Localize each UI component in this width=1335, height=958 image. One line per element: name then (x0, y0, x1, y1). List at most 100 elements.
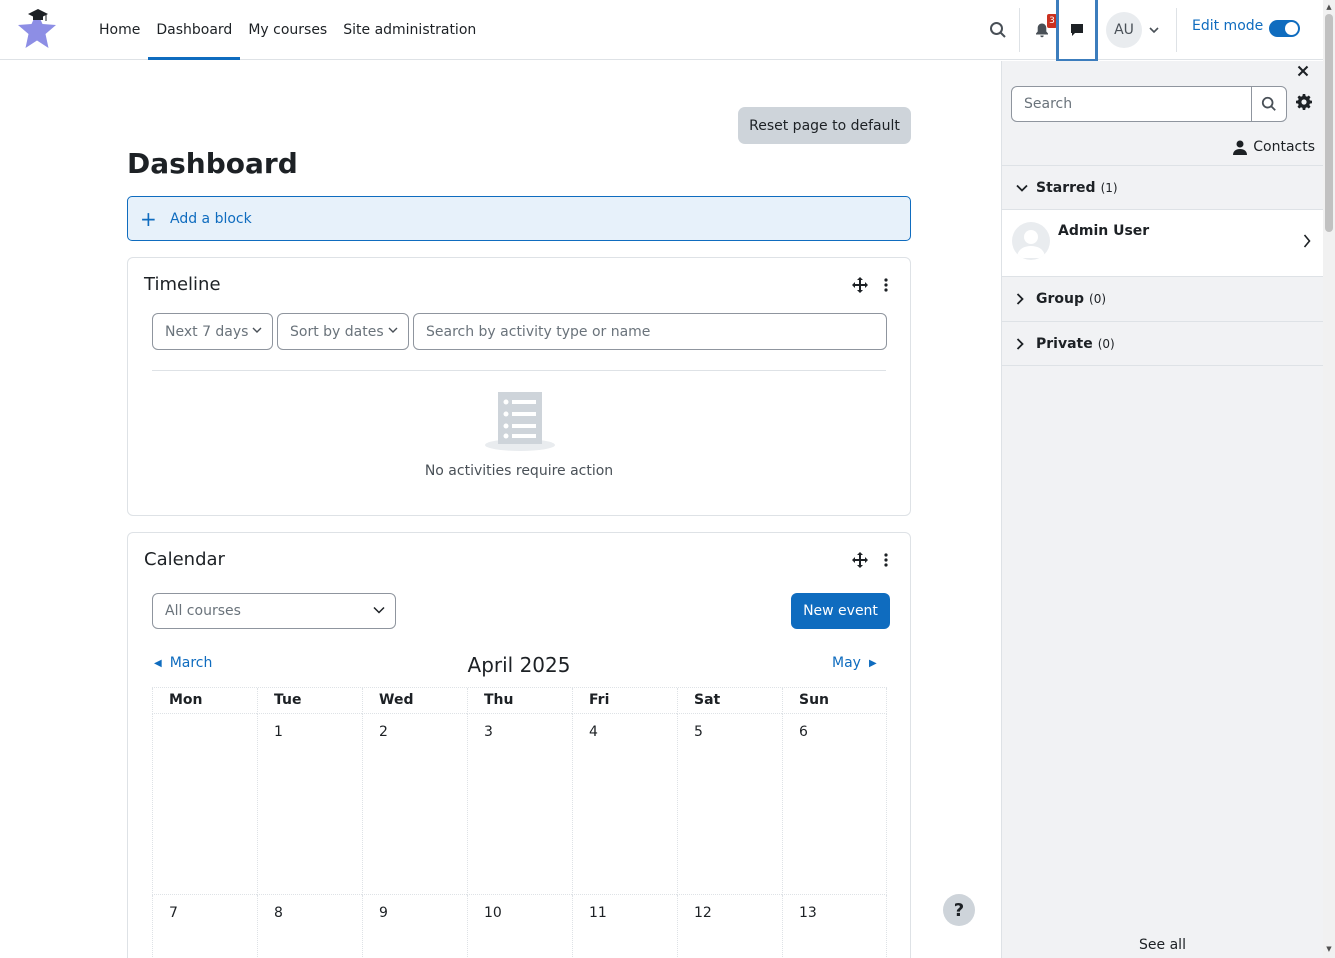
reset-page-button[interactable]: Reset page to default (738, 107, 911, 144)
timeline-divider (152, 370, 886, 371)
page-scrollbar[interactable]: ▲ ▼ (1323, 0, 1335, 958)
message-settings-button[interactable] (1296, 94, 1314, 112)
add-block-label: Add a block (170, 210, 252, 227)
calendar-title: Calendar (144, 549, 225, 570)
move-icon[interactable] (852, 552, 868, 568)
calendar-day[interactable]: 8 (257, 895, 362, 958)
navbar-divider (1176, 8, 1177, 52)
next-month-label: May (832, 655, 861, 671)
timeline-empty-message: No activities require action (424, 463, 614, 479)
gear-icon (1296, 94, 1312, 110)
contact-name: Admin User (1058, 223, 1150, 239)
calendar-block-tools (852, 552, 894, 568)
private-count: (0) (1097, 336, 1115, 351)
move-icon[interactable] (852, 277, 868, 293)
calendar-day[interactable]: 3 (467, 714, 572, 895)
weekday-header: Sun (782, 688, 887, 714)
calendar-grid: Mon Tue Wed Thu Fri Sat Sun 1 2 3 4 5 6 … (152, 687, 887, 958)
nav-my-courses[interactable]: My courses (240, 0, 335, 60)
current-month-title: April 2025 (467, 653, 571, 677)
star-logo-icon (18, 9, 56, 48)
see-all-link[interactable]: See all (1002, 937, 1323, 953)
scroll-down-arrow-icon[interactable]: ▼ (1325, 944, 1333, 954)
calendar-day[interactable]: 2 (362, 714, 467, 895)
chevron-right-icon (1016, 337, 1030, 350)
chevron-down-icon (252, 327, 262, 333)
edit-mode-label: Edit mode (1192, 18, 1264, 34)
edit-mode-toggle[interactable] (1269, 20, 1300, 37)
timeline-search-input[interactable]: Search by activity type or name (413, 313, 887, 350)
calendar-day[interactable]: 10 (467, 895, 572, 958)
new-event-button[interactable]: New event (791, 593, 890, 629)
chevron-right-icon (1016, 293, 1030, 305)
private-section-header[interactable]: Private (0) (1002, 321, 1323, 366)
calendar-day[interactable]: 6 (782, 714, 887, 895)
kebab-menu-icon[interactable] (878, 552, 894, 568)
weekday-header: Sat (677, 688, 782, 714)
timeline-block: Timeline Next 7 days Sort by dates Searc… (127, 257, 911, 516)
calendar-day[interactable]: 13 (782, 895, 887, 958)
weekday-header: Fri (572, 688, 677, 714)
primary-navigation: Home Dashboard My courses Site administr… (91, 0, 484, 60)
search-icon (990, 22, 1006, 38)
calendar-day[interactable]: 5 (677, 714, 782, 895)
calendar-week-row: 1 2 3 4 5 6 (152, 714, 887, 895)
calendar-day[interactable]: 7 (152, 895, 257, 958)
plus-icon: + (140, 206, 157, 231)
calendar-day[interactable]: 1 (257, 714, 362, 895)
chevron-right-icon (1303, 234, 1311, 248)
add-block-button[interactable]: + Add a block (127, 196, 911, 241)
timeline-block-tools (852, 277, 894, 293)
message-search-button[interactable] (1251, 86, 1287, 122)
chevron-down-icon (373, 606, 385, 614)
calendar-block: Calendar All courses New event ◀ March A… (127, 532, 911, 958)
sort-filter-value: Sort by dates (290, 323, 384, 340)
starred-count: (1) (1100, 180, 1118, 195)
group-label: Group (1036, 291, 1085, 307)
user-icon (1233, 140, 1248, 155)
starred-label: Starred (1036, 179, 1096, 196)
close-drawer-button[interactable] (1293, 61, 1313, 81)
help-button[interactable]: ? (943, 894, 975, 926)
calendar-day[interactable]: 9 (362, 895, 467, 958)
calendar-day[interactable]: 4 (572, 714, 677, 895)
kebab-menu-icon[interactable] (878, 277, 894, 293)
message-search-input[interactable]: Search (1011, 86, 1252, 122)
chevron-down-icon (1149, 27, 1159, 34)
timeline-day-filter[interactable]: Next 7 days (152, 313, 273, 350)
calendar-course-filter[interactable]: All courses (152, 593, 396, 629)
close-icon (1297, 65, 1309, 77)
chevron-down-icon (1016, 184, 1030, 192)
user-menu-toggle[interactable] (1146, 20, 1162, 40)
contacts-link[interactable]: Contacts (1233, 139, 1315, 155)
weekday-header: Tue (257, 688, 362, 714)
timeline-search-placeholder: Search by activity type or name (426, 323, 651, 340)
nav-site-administration[interactable]: Site administration (335, 0, 484, 60)
timeline-sort-filter[interactable]: Sort by dates (277, 313, 409, 350)
navbar-divider (1019, 8, 1020, 52)
scrollbar-thumb[interactable] (1325, 14, 1333, 232)
message-bubble-icon (1071, 23, 1083, 36)
weekday-header: Wed (362, 688, 467, 714)
next-month-link[interactable]: May ▶ (832, 655, 877, 671)
conversation-item[interactable]: Admin User (1002, 209, 1323, 277)
course-filter-value: All courses (165, 603, 241, 619)
calendar-day-empty (152, 714, 257, 895)
messages-button[interactable] (1056, 0, 1098, 62)
group-section-header[interactable]: Group (0) (1002, 276, 1323, 321)
nav-dashboard[interactable]: Dashboard (148, 0, 241, 60)
default-user-icon (1017, 230, 1045, 258)
user-avatar[interactable]: AU (1106, 12, 1142, 48)
main-region: Reset page to default Dashboard + Add a … (0, 61, 1000, 958)
empty-activities-icon (484, 390, 556, 456)
search-toggle-button[interactable] (984, 16, 1012, 44)
calendar-day[interactable]: 12 (677, 895, 782, 958)
calendar-day[interactable]: 11 (572, 895, 677, 958)
site-logo[interactable] (14, 6, 60, 52)
nav-home[interactable]: Home (91, 0, 148, 60)
page-title: Dashboard (127, 147, 298, 180)
scroll-up-arrow-icon[interactable]: ▲ (1325, 2, 1333, 12)
starred-section-header[interactable]: Starred (1) (1002, 165, 1323, 209)
message-search-placeholder: Search (1024, 96, 1073, 112)
timeline-title: Timeline (144, 274, 221, 295)
